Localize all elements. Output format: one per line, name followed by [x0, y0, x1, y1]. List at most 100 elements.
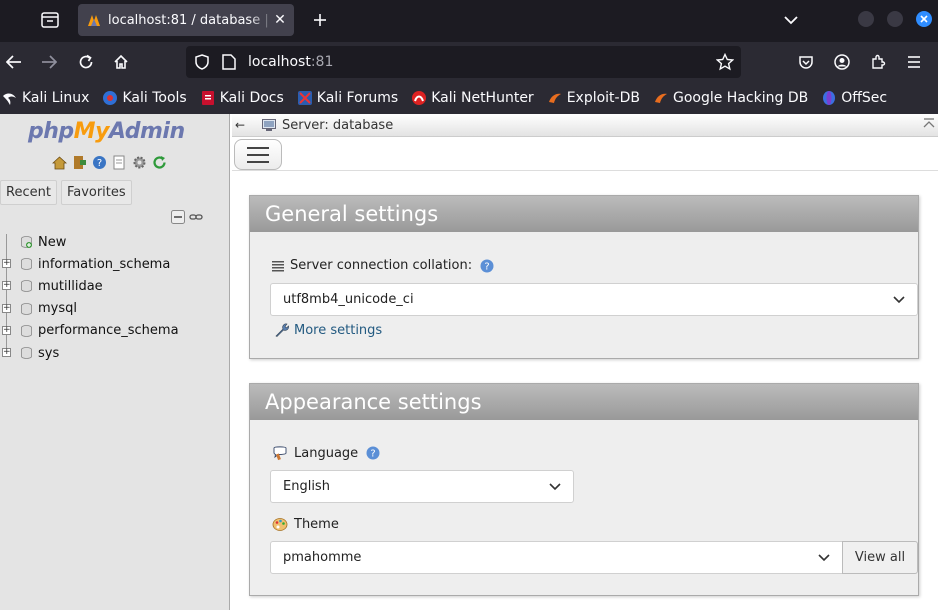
home-icon[interactable]: [52, 155, 67, 170]
tree-item-database[interactable]: + sys: [0, 342, 228, 364]
bookmark-kali-nethunter[interactable]: Kali NetHunter: [411, 90, 534, 106]
bookmark-google-hacking-db[interactable]: Google Hacking DB: [653, 90, 808, 106]
extensions-icon[interactable]: [866, 50, 890, 74]
bookmark-kali-tools[interactable]: Kali Tools: [102, 90, 187, 106]
documentation-icon[interactable]: [112, 155, 127, 170]
bookmark-label: Google Hacking DB: [672, 90, 809, 106]
phpmyadmin-favicon-icon: [88, 15, 100, 26]
pocket-icon[interactable]: [794, 50, 818, 74]
tab-recent[interactable]: Recent: [0, 180, 57, 205]
logo-my: My: [73, 119, 110, 144]
bookmark-label: Kali Docs: [219, 90, 284, 106]
theme-label: Theme: [294, 516, 339, 532]
tree-item-label[interactable]: sys: [38, 346, 59, 361]
tree-item-database[interactable]: + information_schema: [0, 253, 228, 275]
url-bar[interactable]: localhost:81: [186, 46, 741, 78]
expand-icon[interactable]: +: [2, 325, 11, 335]
bookmark-exploit-db[interactable]: Exploit-DB: [547, 90, 640, 106]
collapse-navigation-icon[interactable]: ←: [235, 118, 245, 132]
expand-icon[interactable]: +: [2, 281, 11, 291]
chevron-down-icon: [893, 295, 905, 303]
appearance-settings-panel: Appearance settings Language ? English T…: [249, 383, 919, 596]
collapse-all-icon[interactable]: [171, 210, 185, 224]
wrench-icon: [275, 323, 289, 337]
list-all-tabs-chevron-icon[interactable]: [780, 9, 802, 31]
general-settings-panel: General settings Server connection colla…: [249, 195, 919, 359]
kali-docs-icon: [201, 91, 214, 105]
more-settings-label[interactable]: More settings: [294, 323, 382, 338]
logout-icon[interactable]: [72, 155, 87, 170]
help-icon[interactable]: ?: [480, 259, 494, 273]
help-icon[interactable]: ?: [366, 446, 380, 460]
app-menu-icon[interactable]: [902, 50, 926, 74]
svg-text:?: ?: [484, 261, 489, 272]
scroll-top-icon[interactable]: [923, 118, 935, 130]
new-tab-icon[interactable]: [308, 8, 332, 32]
bookmark-kali-docs[interactable]: Kali Docs: [200, 90, 284, 106]
minimize-button[interactable]: [858, 11, 874, 27]
nav-tabs: Recent Favorites: [0, 180, 132, 205]
database-tree: New + information_schema + mutillidae + …: [0, 231, 228, 364]
expand-icon[interactable]: +: [2, 347, 11, 357]
maximize-button[interactable]: [887, 11, 903, 27]
home-icon[interactable]: [109, 50, 133, 74]
quick-icons: ?: [52, 155, 167, 170]
server-icon: [262, 119, 276, 131]
help-icon[interactable]: ?: [92, 155, 107, 170]
theme-select[interactable]: pmahomme: [270, 541, 843, 574]
pma-navigation-panel: phpMyAdmin ? Recent Favorites New + info…: [0, 114, 230, 610]
account-icon[interactable]: [830, 50, 854, 74]
main-menubar: [232, 137, 938, 171]
browser-tab-active[interactable]: localhost:81 / database | phpMyAdmin ✕: [78, 4, 294, 36]
database-icon: [21, 302, 32, 315]
logo-admin: Admin: [108, 119, 185, 144]
expand-icon[interactable]: +: [2, 303, 11, 313]
general-settings-title: General settings: [250, 196, 918, 232]
menu-toggle-button[interactable]: [234, 139, 282, 170]
database-icon: [21, 258, 32, 271]
tree-item-label[interactable]: performance_schema: [38, 323, 179, 338]
tab-close-icon[interactable]: ✕: [272, 12, 288, 28]
nav-tools: [171, 210, 203, 224]
expand-icon[interactable]: +: [2, 259, 11, 269]
kali-nethunter-icon: [412, 91, 427, 105]
more-settings-link[interactable]: More settings: [274, 322, 382, 338]
link-with-main-panel-icon[interactable]: [189, 210, 203, 224]
settings-gear-icon[interactable]: [132, 155, 147, 170]
tree-item-database[interactable]: + performance_schema: [0, 320, 228, 342]
tab-title: localhost:81 / database | phpMyAdmin: [108, 12, 274, 28]
phpmyadmin-logo[interactable]: phpMyAdmin: [28, 119, 185, 144]
collation-value: utf8mb4_unicode_ci: [283, 292, 414, 307]
collation-label: Server connection collation:: [290, 258, 473, 273]
chevron-down-icon: [549, 482, 561, 490]
reload-icon[interactable]: [74, 50, 98, 74]
language-select[interactable]: English: [270, 470, 574, 503]
browser-tabbar: localhost:81 / database | phpMyAdmin ✕: [0, 0, 938, 42]
tracking-shield-icon[interactable]: [194, 54, 210, 70]
tree-item-new[interactable]: New: [0, 231, 228, 253]
tree-item-label[interactable]: mutillidae: [38, 279, 103, 294]
page-info-icon[interactable]: [222, 54, 236, 70]
window-close-button[interactable]: [916, 11, 932, 27]
forward-icon[interactable]: [37, 50, 61, 74]
google-hacking-db-icon: [654, 93, 667, 103]
bookmark-kali-linux[interactable]: Kali Linux: [2, 90, 89, 106]
reload-navigation-icon[interactable]: [152, 155, 167, 170]
collation-select[interactable]: utf8mb4_unicode_ci: [270, 283, 918, 316]
theme-palette-icon: [272, 518, 288, 531]
chevron-down-icon: [818, 553, 830, 561]
back-icon[interactable]: [2, 50, 26, 74]
tree-item-label[interactable]: mysql: [38, 301, 77, 316]
bookmark-star-icon[interactable]: [715, 52, 735, 72]
tree-item-database[interactable]: + mutillidae: [0, 275, 228, 297]
tab-favorites[interactable]: Favorites: [60, 180, 132, 205]
tree-item-database[interactable]: + mysql: [0, 298, 228, 320]
tree-item-label[interactable]: information_schema: [38, 257, 170, 272]
bookmark-offsec[interactable]: OffSec: [821, 90, 887, 106]
view-all-themes-button[interactable]: View all: [842, 541, 918, 574]
breadcrumb-server[interactable]: Server: database: [282, 118, 393, 133]
tab-list-icon[interactable]: [38, 9, 62, 31]
new-database-icon: [21, 236, 32, 248]
bookmark-kali-forums[interactable]: Kali Forums: [297, 90, 398, 106]
url-text[interactable]: localhost:81: [248, 54, 333, 70]
